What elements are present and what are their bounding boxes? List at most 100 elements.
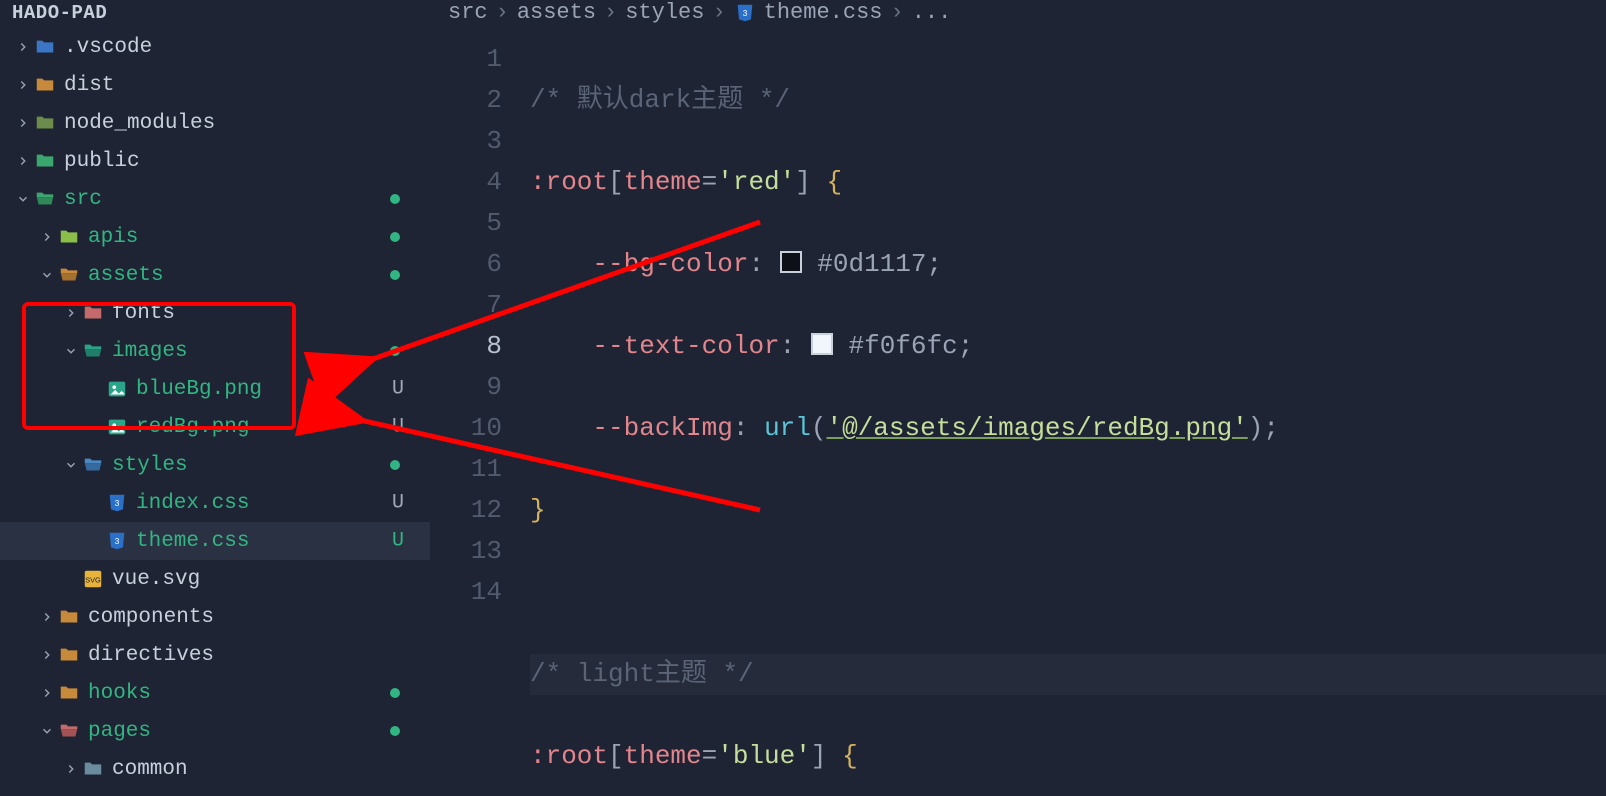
chevron-right-icon [14,114,32,132]
line-number: 11 [430,449,502,490]
folder-vscode[interactable]: .vscode [0,28,430,66]
chevron-right-icon [38,228,56,246]
folder-open-icon [58,264,80,286]
code-token: 'blue' [717,741,811,771]
git-modified-dot-icon [390,194,400,204]
breadcrumb-item[interactable]: assets [517,0,596,25]
svg-text:3: 3 [115,499,120,508]
folder-common[interactable]: common [0,750,430,788]
folder-dist[interactable]: dist [0,66,430,104]
project-title: HADO-PAD [0,0,430,28]
chevron-down-icon [62,456,80,474]
file-theme-css[interactable]: 3 theme.css U [0,522,430,560]
line-number: 13 [430,531,502,572]
css-file-icon: 3 [106,492,128,514]
color-swatch-icon [780,251,802,273]
file-label: blueBg.png [136,378,262,401]
folder-icon [58,682,80,704]
svg-text:3: 3 [742,8,747,17]
folder-fonts[interactable]: fonts [0,294,430,332]
chevron-right-icon [62,304,80,322]
folder-label: components [88,606,214,629]
chevron-right-icon: › [496,0,509,25]
file-label: index.css [136,492,249,515]
folder-label: .vscode [64,36,152,59]
folder-icon [58,644,80,666]
folder-label: pages [88,720,151,743]
file-index-css[interactable]: 3 index.css U [0,484,430,522]
folder-icon [82,758,104,780]
folder-label: node_modules [64,112,215,135]
file-tree: .vscode dist node_modules public src a [0,28,430,788]
folder-src[interactable]: src [0,180,430,218]
git-status-letter: U [392,530,404,553]
folder-icon [34,150,56,172]
line-number: 5 [430,203,502,244]
breadcrumb[interactable]: src › assets › styles › 3 theme.css › ..… [430,0,1606,29]
folder-icon [82,302,104,324]
chevron-right-icon [14,76,32,94]
code-token: #0d1117 [817,249,926,279]
line-number: 3 [430,121,502,162]
folder-pages[interactable]: pages [0,712,430,750]
code-token: { [842,741,858,771]
code-token: url [764,413,811,443]
code-token: 'red' [717,167,795,197]
folder-public[interactable]: public [0,142,430,180]
git-status-letter: U [392,492,404,515]
git-status-letter: U [392,416,404,439]
folder-node-modules[interactable]: node_modules [0,104,430,142]
git-modified-dot-icon [390,232,400,242]
breadcrumb-item[interactable]: ... [912,0,952,25]
image-file-icon [106,416,128,438]
folder-icon [34,74,56,96]
folder-directives[interactable]: directives [0,636,430,674]
code-token: { [826,167,842,197]
line-number: 10 [430,408,502,449]
line-number: 1 [430,39,502,80]
file-vue-svg[interactable]: SVG vue.svg [0,560,430,598]
git-status-letter: U [392,378,404,401]
file-bluebg[interactable]: blueBg.png U [0,370,430,408]
image-file-icon [106,378,128,400]
line-number: 2 [430,80,502,121]
folder-open-icon [58,720,80,742]
line-number: 12 [430,490,502,531]
folder-components[interactable]: components [0,598,430,636]
git-modified-dot-icon [390,726,400,736]
chevron-down-icon [14,190,32,208]
code-token: /* 默认dark主题 */ [530,85,790,115]
code-token: --bg-color [592,249,748,279]
folder-label: fonts [112,302,175,325]
folder-icon [58,606,80,628]
folder-label: styles [112,454,188,477]
folder-assets[interactable]: assets [0,256,430,294]
code-editor[interactable]: 1 2 3 4 5 6 7 8 9 10 11 12 13 14 /* 默认da… [430,29,1606,796]
breadcrumb-item[interactable]: src [448,0,488,25]
git-modified-dot-icon [390,270,400,280]
chevron-right-icon [38,684,56,702]
file-redbg[interactable]: redBg.png U [0,408,430,446]
line-gutter: 1 2 3 4 5 6 7 8 9 10 11 12 13 14 [430,29,530,796]
folder-styles[interactable]: styles [0,446,430,484]
code-token: --backImg [592,413,732,443]
folder-open-icon [82,454,104,476]
code-content[interactable]: /* 默认dark主题 */ :root[theme='red'] { --bg… [530,29,1606,796]
folder-apis[interactable]: apis [0,218,430,256]
folder-hooks[interactable]: hooks [0,674,430,712]
breadcrumb-item[interactable]: theme.css [764,0,883,25]
svg-file-icon: SVG [82,568,104,590]
code-token: /* light主题 */ [530,659,754,689]
breadcrumb-item[interactable]: styles [625,0,704,25]
folder-open-icon [34,188,56,210]
folder-label: common [112,758,188,781]
chevron-right-icon: › [604,0,617,25]
chevron-right-icon [62,760,80,778]
chevron-right-icon [38,646,56,664]
folder-label: src [64,188,102,211]
folder-label: assets [88,264,164,287]
folder-images[interactable]: images [0,332,430,370]
chevron-right-icon [14,38,32,56]
line-number: 8 [430,326,502,367]
css-file-icon: 3 [734,2,756,24]
